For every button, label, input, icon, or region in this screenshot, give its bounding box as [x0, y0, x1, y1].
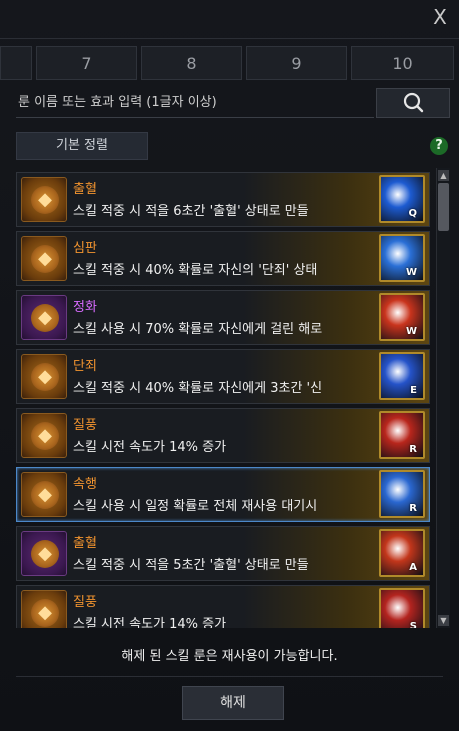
rune-icon: ◆ — [21, 354, 67, 399]
skill-key-label: E — [410, 385, 417, 396]
skill-key-label: A — [409, 562, 417, 573]
search-bar — [16, 88, 378, 118]
rune-list: ◆ 출혈 스킬 적중 시 적을 6초간 '출혈' 상태로 만들 Q ◆ 심판 스킬 적중 시… — [16, 168, 430, 628]
close-icon[interactable]: X — [429, 6, 451, 28]
rune-name: 질풍 — [73, 418, 97, 433]
rune-glyph-icon: ◆ — [31, 599, 59, 627]
rune-description: 스킬 시전 속도가 14% 증가 — [73, 617, 227, 628]
search-input[interactable] — [16, 88, 378, 116]
rune-row[interactable]: ◆ 심판스킬 적중 시 40% 확률로 자신의 '단죄' 상태 W — [16, 231, 430, 286]
skill-icon[interactable]: R — [379, 470, 425, 518]
rune-row[interactable]: ◆ 단죄스킬 적중 시 40% 확률로 자신에게 3초간 '신 E — [16, 349, 430, 404]
search-button[interactable] — [376, 88, 450, 118]
rune-name: 출혈 — [73, 536, 97, 551]
rune-name: 출혈 — [73, 182, 97, 197]
rune-panel: X 7 8 9 10 기본 정렬 ? ◆출혈스킬 적중 시 적을 6초간 '출혈… — [0, 0, 459, 731]
tab-7[interactable]: 7 — [36, 46, 137, 80]
rune-icon: ◆ — [21, 590, 67, 628]
tab-6[interactable] — [0, 46, 32, 80]
skill-key-label: W — [405, 267, 417, 278]
skill-icon[interactable]: A — [379, 529, 425, 577]
scroll-down-icon[interactable]: ▼ — [438, 615, 449, 626]
skill-icon[interactable]: W — [379, 293, 425, 341]
help-icon[interactable]: ? — [430, 137, 448, 155]
rune-glyph-icon: ◆ — [31, 304, 59, 332]
skill-icon[interactable]: W — [379, 234, 425, 282]
skill-key-label: S — [409, 621, 417, 628]
rune-name: 속행 — [73, 477, 97, 492]
rune-name: 단죄 — [73, 359, 97, 374]
rune-glyph-icon: ◆ — [31, 481, 59, 509]
tab-9[interactable]: 9 — [246, 46, 347, 80]
rune-row[interactable]: ◆ 속행스킬 사용 시 일정 확률로 전체 재사용 대기시 R — [16, 467, 430, 522]
rune-row[interactable]: ◆ 질풍스킬 시전 속도가 14% 증가 S — [16, 585, 430, 628]
rune-row[interactable]: ◆ 정화스킬 사용 시 70% 확률로 자신에게 걸린 해로 W — [16, 290, 430, 345]
rune-glyph-icon: ◆ — [31, 540, 59, 568]
rune-name: 정화 — [73, 300, 97, 315]
skill-key-label: R — [409, 503, 417, 514]
rune-glyph-icon: ◆ — [31, 422, 59, 450]
rune-glyph-icon: ◆ — [31, 363, 59, 391]
rune-icon: ◆ — [21, 295, 67, 340]
rune-description: 스킬 사용 시 70% 확률로 자신에게 걸린 해로 — [73, 322, 323, 337]
skill-key-label: R — [409, 444, 417, 455]
skill-key-label: W — [405, 326, 417, 337]
rune-row[interactable]: ◆ 출혈스킬 적중 시 적을 5초간 '출혈' 상태로 만들 A — [16, 526, 430, 581]
skill-icon[interactable]: Q — [379, 175, 425, 223]
rune-description: 스킬 사용 시 일정 확률로 전체 재사용 대기시 — [73, 499, 318, 514]
scrollbar[interactable]: ▲ ▼ — [436, 168, 450, 628]
sort-button[interactable]: 기본 정렬 — [16, 132, 148, 160]
page-tabs: 7 8 9 10 — [0, 46, 459, 80]
rune-row[interactable]: ◆ 질풍스킬 시전 속도가 14% 증가 R — [16, 408, 430, 463]
rune-description: 스킬 시전 속도가 14% 증가 — [73, 440, 227, 455]
rune-name: 질풍 — [73, 595, 97, 610]
skill-icon[interactable]: E — [379, 352, 425, 400]
rune-description: 스킬 적중 시 40% 확률로 자신에게 3초간 '신 — [73, 381, 323, 396]
release-notice: 해제 된 스킬 룬은 재사용이 가능합니다. — [121, 649, 338, 664]
skill-key-label: Q — [408, 208, 417, 219]
rune-row[interactable]: ◆ 출혈스킬 적중 시 적을 6초간 '출혈' 상태로 만들 Q — [16, 172, 430, 227]
tab-8[interactable]: 8 — [141, 46, 242, 80]
rune-icon: ◆ — [21, 177, 67, 222]
rune-name: 심판 — [73, 241, 97, 256]
rune-icon: ◆ — [21, 472, 67, 517]
tab-10[interactable]: 10 — [351, 46, 454, 80]
scroll-thumb[interactable] — [438, 183, 449, 231]
rune-description: 스킬 적중 시 40% 확률로 자신의 '단죄' 상태 — [73, 263, 318, 278]
rune-description: 스킬 적중 시 적을 5초간 '출혈' 상태로 만들 — [73, 558, 309, 573]
rune-glyph-icon: ◆ — [31, 245, 59, 273]
rune-icon: ◆ — [21, 413, 67, 458]
skill-icon[interactable]: S — [379, 588, 425, 628]
release-button[interactable]: 해제 — [182, 686, 284, 720]
rune-glyph-icon: ◆ — [31, 186, 59, 214]
search-icon — [403, 92, 424, 113]
skill-icon[interactable]: R — [379, 411, 425, 459]
scroll-up-icon[interactable]: ▲ — [438, 170, 449, 181]
divider — [16, 676, 443, 677]
rune-icon: ◆ — [21, 531, 67, 576]
divider — [0, 38, 459, 39]
rune-icon: ◆ — [21, 236, 67, 281]
rune-description: 스킬 적중 시 적을 6초간 '출혈' 상태로 만들 — [73, 204, 309, 219]
